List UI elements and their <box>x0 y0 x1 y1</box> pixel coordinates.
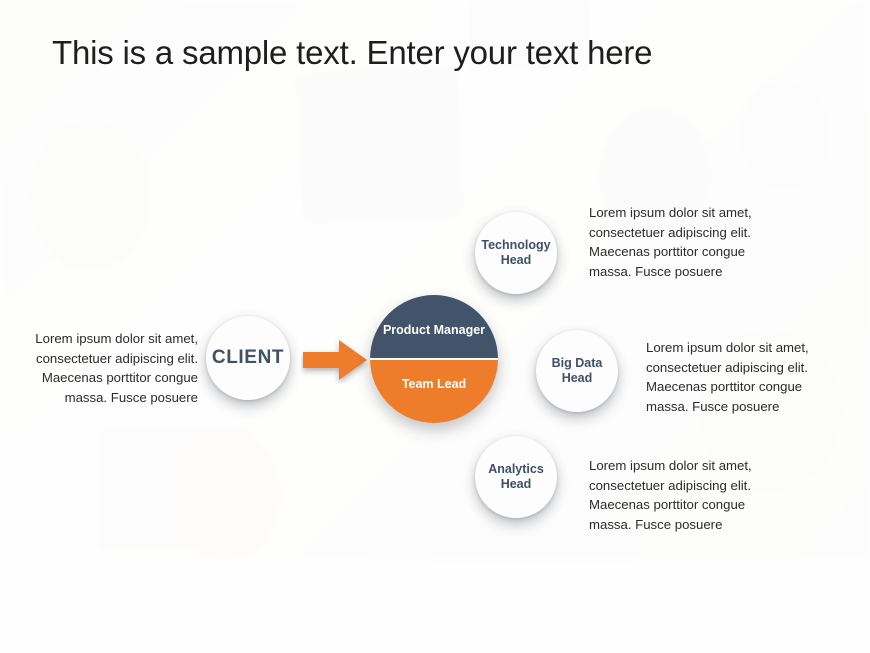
slide-canvas: This is a sample text. Enter your text h… <box>0 0 870 653</box>
center-node[interactable]: Product Manager Team Lead <box>370 295 498 423</box>
satellite-label-analytics-head: Analytics Head <box>488 462 544 491</box>
arrow-right-icon <box>301 337 369 383</box>
center-node-bottom[interactable]: Team Lead <box>370 360 498 423</box>
satellite-node-big-data-head[interactable]: Big Data Head <box>536 330 618 412</box>
center-node-top[interactable]: Product Manager <box>370 295 498 358</box>
analytics-head-description: Lorem ipsum dolor sit amet, consectetuer… <box>589 458 752 532</box>
page-title: This is a sample text. Enter your text h… <box>52 34 653 71</box>
satellite-node-technology-head[interactable]: Technology Head <box>475 212 557 294</box>
technology-head-description: Lorem ipsum dolor sit amet, consectetuer… <box>589 205 752 279</box>
client-node[interactable]: CLIENT <box>206 316 290 400</box>
satellite-node-analytics-head[interactable]: Analytics Head <box>475 436 557 518</box>
big-data-head-description: Lorem ipsum dolor sit amet, consectetuer… <box>646 340 809 414</box>
satellite-label-technology-head: Technology Head <box>481 238 551 267</box>
satellite-label-big-data-head: Big Data Head <box>551 356 603 385</box>
client-description: Lorem ipsum dolor sit amet, consectetuer… <box>35 331 198 405</box>
client-node-label: CLIENT <box>211 347 285 368</box>
